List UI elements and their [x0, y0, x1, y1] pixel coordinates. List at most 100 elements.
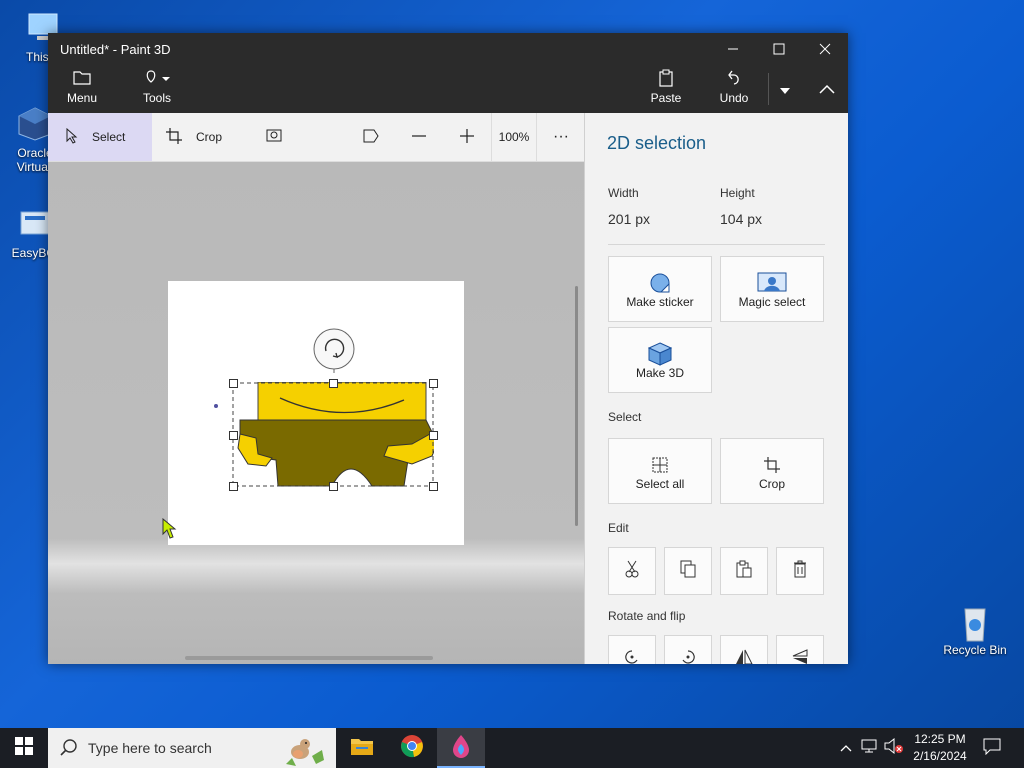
undo-label: Undo — [719, 91, 749, 105]
rotate-left-button[interactable] — [608, 635, 656, 664]
volume-button[interactable] — [882, 728, 906, 768]
folder-icon — [350, 736, 374, 761]
clock-time: 12:25 PM — [914, 732, 966, 746]
tools-label: Tools — [142, 91, 171, 105]
width-label: Width — [608, 186, 639, 200]
network-button[interactable] — [858, 728, 882, 768]
maximize-button[interactable] — [756, 33, 802, 65]
select-section-label: Select — [608, 410, 642, 424]
crop-tool[interactable]: Crop — [166, 113, 236, 161]
scissors-icon — [625, 560, 639, 583]
width-value[interactable]: 201 px — [608, 211, 650, 227]
selection-panel: 2D selection Width 201 px Height 104 px … — [584, 113, 848, 664]
notifications-button[interactable] — [968, 728, 1016, 768]
menu-button[interactable]: Menu — [62, 69, 102, 105]
view-3d-button[interactable] — [356, 113, 386, 161]
resize-handle-bottom[interactable] — [329, 482, 338, 491]
copy-icon — [680, 560, 696, 583]
minimize-button[interactable] — [710, 33, 756, 65]
taskbar-file-explorer[interactable] — [338, 728, 386, 768]
cut-button[interactable] — [608, 547, 656, 595]
vertical-scrollbar[interactable] — [575, 286, 578, 526]
minus-icon — [411, 128, 427, 147]
canvas-area[interactable] — [48, 162, 584, 664]
plus-icon — [459, 128, 475, 147]
ribbon: Menu Tools Paste Undo — [48, 65, 848, 113]
select-label: Select — [92, 130, 126, 144]
resize-handle-bottom-left[interactable] — [229, 482, 238, 491]
window-title: Untitled* - Paint 3D — [60, 42, 171, 57]
select-all-label: Select all — [635, 477, 685, 491]
magic-select-label: Magic select — [738, 295, 806, 309]
paste-label: Paste — [650, 91, 682, 105]
flip-vertical-icon — [735, 648, 753, 664]
windows-logo-icon — [15, 736, 33, 760]
make-sticker-button[interactable]: Make sticker — [608, 256, 712, 322]
rotate-left-icon — [623, 648, 641, 665]
sticker-icon — [609, 271, 711, 295]
taskbar-search-box[interactable]: Type here to search — [48, 728, 336, 768]
canvas-toolbar: Select Crop 100% ··· — [48, 113, 584, 162]
clock[interactable]: 12:25 PM 2/16/2024 — [908, 731, 972, 765]
volume-muted-icon — [884, 737, 904, 759]
magic-select-tool[interactable] — [260, 113, 290, 161]
copy-button[interactable] — [664, 547, 712, 595]
zoom-level-text: 100% — [498, 130, 530, 144]
zoom-level[interactable]: 100% — [491, 113, 537, 161]
flip-horizontal-icon — [791, 648, 809, 665]
magic-select-icon — [721, 271, 823, 295]
taskbar-paint3d[interactable] — [437, 728, 485, 768]
magic-select-icon — [266, 128, 284, 147]
flag-icon — [362, 128, 380, 147]
trash-icon — [793, 560, 807, 583]
brush-icon — [134, 69, 180, 91]
drawing-canvas[interactable] — [168, 281, 464, 545]
flip-vertical-button[interactable] — [720, 635, 768, 664]
tools-button[interactable]: Tools — [134, 69, 180, 105]
make-3d-label: Make 3D — [635, 366, 685, 380]
resize-handle-left[interactable] — [229, 431, 238, 440]
horizontal-scrollbar[interactable] — [185, 656, 433, 660]
search-highlight-icon — [278, 730, 328, 768]
cursor-icon — [66, 127, 78, 147]
paste-button[interactable]: Paste — [646, 69, 686, 105]
taskbar-chrome[interactable] — [388, 728, 436, 768]
collapse-ribbon-button[interactable] — [804, 73, 848, 105]
chrome-icon — [400, 734, 424, 763]
paste-icon — [736, 560, 752, 583]
zoom-in-button[interactable] — [452, 113, 482, 161]
rotate-handle[interactable] — [312, 327, 356, 373]
select-tool[interactable]: Select — [48, 113, 152, 161]
zoom-out-button[interactable] — [404, 113, 434, 161]
paste-button[interactable] — [720, 547, 768, 595]
height-value[interactable]: 104 px — [720, 211, 762, 227]
selected-figure[interactable] — [232, 382, 434, 488]
resize-handle-top[interactable] — [329, 379, 338, 388]
crop-button[interactable]: Crop — [720, 438, 824, 504]
undo-button[interactable]: Undo — [714, 69, 754, 105]
delete-button[interactable] — [776, 547, 824, 595]
more-options-button[interactable]: ··· — [546, 113, 576, 161]
search-placeholder: Type here to search — [88, 740, 212, 756]
crop-icon — [166, 127, 182, 147]
more-icon: ··· — [553, 128, 569, 145]
flip-horizontal-button[interactable] — [776, 635, 824, 664]
paint3d-icon — [450, 734, 472, 763]
resize-handle-top-left[interactable] — [229, 379, 238, 388]
resize-handle-right[interactable] — [429, 431, 438, 440]
close-button[interactable] — [802, 33, 848, 65]
select-all-button[interactable]: Select all — [608, 438, 712, 504]
ribbon-dropdown-button[interactable] — [768, 73, 801, 105]
mouse-cursor-icon — [162, 518, 177, 539]
make-3d-button[interactable]: Make 3D — [608, 327, 712, 393]
magic-select-button[interactable]: Magic select — [720, 256, 824, 322]
resize-handle-bottom-right[interactable] — [429, 482, 438, 491]
start-button[interactable] — [0, 728, 48, 768]
resize-handle-top-right[interactable] — [429, 379, 438, 388]
crop-label: Crop — [758, 477, 785, 491]
rotate-right-button[interactable] — [664, 635, 712, 664]
show-hidden-icons-button[interactable] — [834, 728, 858, 768]
rotate-section-label: Rotate and flip — [608, 609, 686, 623]
desktop-icon-recycle-bin[interactable]: Recycle Bin — [940, 603, 1010, 657]
title-bar: Untitled* - Paint 3D — [48, 33, 848, 65]
